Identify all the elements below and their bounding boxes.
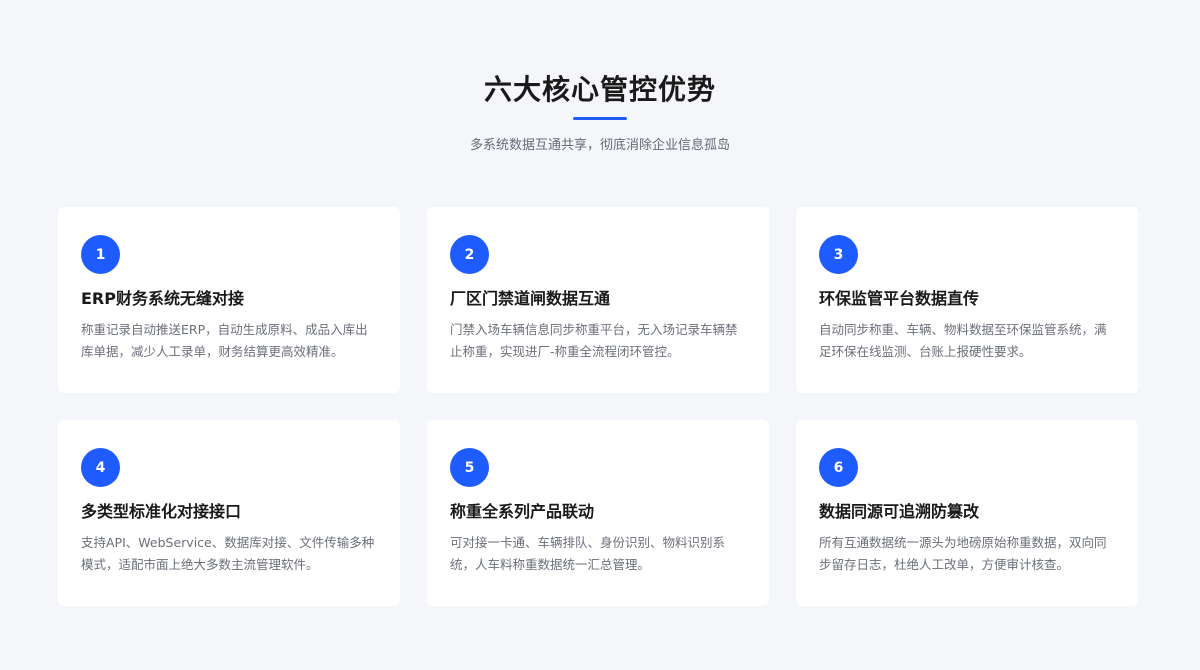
page-title: 六大核心管控优势 [483, 73, 716, 106]
card-description: 可对接一卡通、车辆排队、身份识别、物料识别系统，人车料称重数据统一汇总管理。 [450, 535, 726, 572]
advantage-card-3: 3 环保监管平台数据直传 自动同步称重、车辆、物料数据至环保监管系统，满足环保在… [796, 207, 1138, 393]
number-badge: 3 [819, 235, 858, 274]
advantage-card-1: 1 ERP财务系统无缝对接 称重记录自动推送ERP，自动生成原料、成品入库出库单… [58, 207, 400, 393]
card-description: 门禁入场车辆信息同步称重平台，无入场记录车辆禁止称重，实现进厂-称重全流程闭环管… [450, 322, 738, 359]
page-subtitle: 多系统数据互通共享，彻底消除企业信息孤岛 [469, 138, 730, 153]
card-title: 多类型标准化对接接口 [81, 502, 242, 521]
number-badge: 2 [450, 235, 489, 274]
card-title: 环保监管平台数据直传 [819, 289, 980, 308]
card-description: 自动同步称重、车辆、物料数据至环保监管系统，满足环保在线监测、台账上报硬性要求。 [819, 322, 1107, 359]
advantage-card-4: 4 多类型标准化对接接口 支持API、WebService、数据库对接、文件传输… [58, 420, 400, 606]
card-description: 所有互通数据统一源头为地磅原始称重数据，双向同步留存日志，杜绝人工改单，方便审计… [819, 535, 1107, 572]
section-header: 六大核心管控优势 多系统数据互通共享，彻底消除企业信息孤岛 [0, 72, 1200, 156]
card-title: 厂区门禁道闸数据互通 [450, 289, 611, 308]
advantage-card-2: 2 厂区门禁道闸数据互通 门禁入场车辆信息同步称重平台，无入场记录车辆禁止称重，… [427, 207, 769, 393]
card-description: 称重记录自动推送ERP，自动生成原料、成品入库出库单据，减少人工录单，财务结算更… [81, 322, 368, 359]
number-badge: 1 [81, 235, 120, 274]
advantage-card-6: 6 数据同源可追溯防篡改 所有互通数据统一源头为地磅原始称重数据，双向同步留存日… [796, 420, 1138, 606]
number-badge: 5 [450, 448, 489, 487]
advantages-grid: 1 ERP财务系统无缝对接 称重记录自动推送ERP，自动生成原料、成品入库出库单… [58, 207, 1138, 606]
advantage-card-5: 5 称重全系列产品联动 可对接一卡通、车辆排队、身份识别、物料识别系统，人车料称… [427, 420, 769, 606]
number-badge: 4 [81, 448, 120, 487]
card-description: 支持API、WebService、数据库对接、文件传输多种模式，适配市面上绝大多… [81, 535, 375, 572]
card-title: ERP财务系统无缝对接 [81, 289, 244, 308]
card-title: 称重全系列产品联动 [450, 502, 595, 521]
card-title: 数据同源可追溯防篡改 [819, 502, 980, 521]
title-underline [573, 117, 627, 120]
number-badge: 6 [819, 448, 858, 487]
